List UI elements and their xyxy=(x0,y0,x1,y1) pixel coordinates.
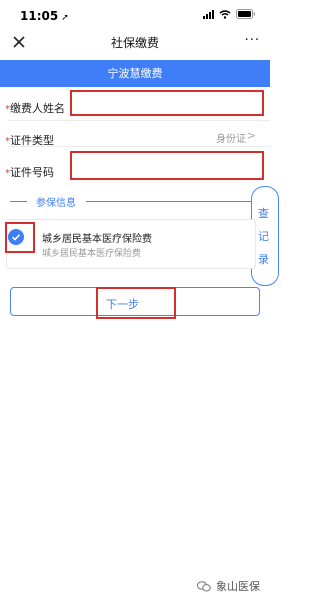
section-line-right xyxy=(86,201,252,202)
payer-name-row: *缴费人姓名 xyxy=(5,97,65,116)
wechat-icon xyxy=(197,580,211,592)
close-icon[interactable] xyxy=(10,33,28,51)
id-number-row: *证件号码 xyxy=(5,161,54,180)
status-icons xyxy=(203,9,256,19)
side-tab-char: 查 xyxy=(258,207,269,220)
insurance-item-subtitle: 城乡居民基本医疗保险费 xyxy=(42,249,142,259)
battery-icon xyxy=(236,9,255,19)
payer-name-input[interactable] xyxy=(70,90,264,116)
id-type-value[interactable]: 身份证 xyxy=(216,130,246,145)
id-number-input[interactable] xyxy=(70,151,264,180)
side-tab-char: 记 xyxy=(258,230,269,243)
divider xyxy=(8,146,270,147)
more-icon[interactable]: ··· xyxy=(245,33,260,48)
status-time: 11:05 ➚ xyxy=(20,9,69,23)
payer-name-value xyxy=(72,97,78,110)
payer-name-label: 缴费人姓名 xyxy=(10,102,65,115)
wifi-icon xyxy=(219,9,231,19)
id-number-value xyxy=(72,159,78,172)
header-banner: 宁波慧缴费 xyxy=(0,60,270,87)
insurance-item-title: 城乡居民基本医疗保险费 xyxy=(42,234,152,245)
page-title: 社保缴费 xyxy=(110,36,159,50)
divider xyxy=(8,120,270,121)
checkbox-highlight xyxy=(5,222,35,253)
cellular-signal-icon xyxy=(203,9,214,19)
next-step-label[interactable]: 下一步 xyxy=(106,296,139,312)
chevron-right-icon[interactable]: > xyxy=(247,129,256,142)
id-number-label: 证件号码 xyxy=(10,166,54,179)
watermark-text: 象山医保 xyxy=(216,580,260,593)
side-tab-char: 录 xyxy=(258,253,269,266)
watermark: 象山医保 xyxy=(197,578,260,594)
